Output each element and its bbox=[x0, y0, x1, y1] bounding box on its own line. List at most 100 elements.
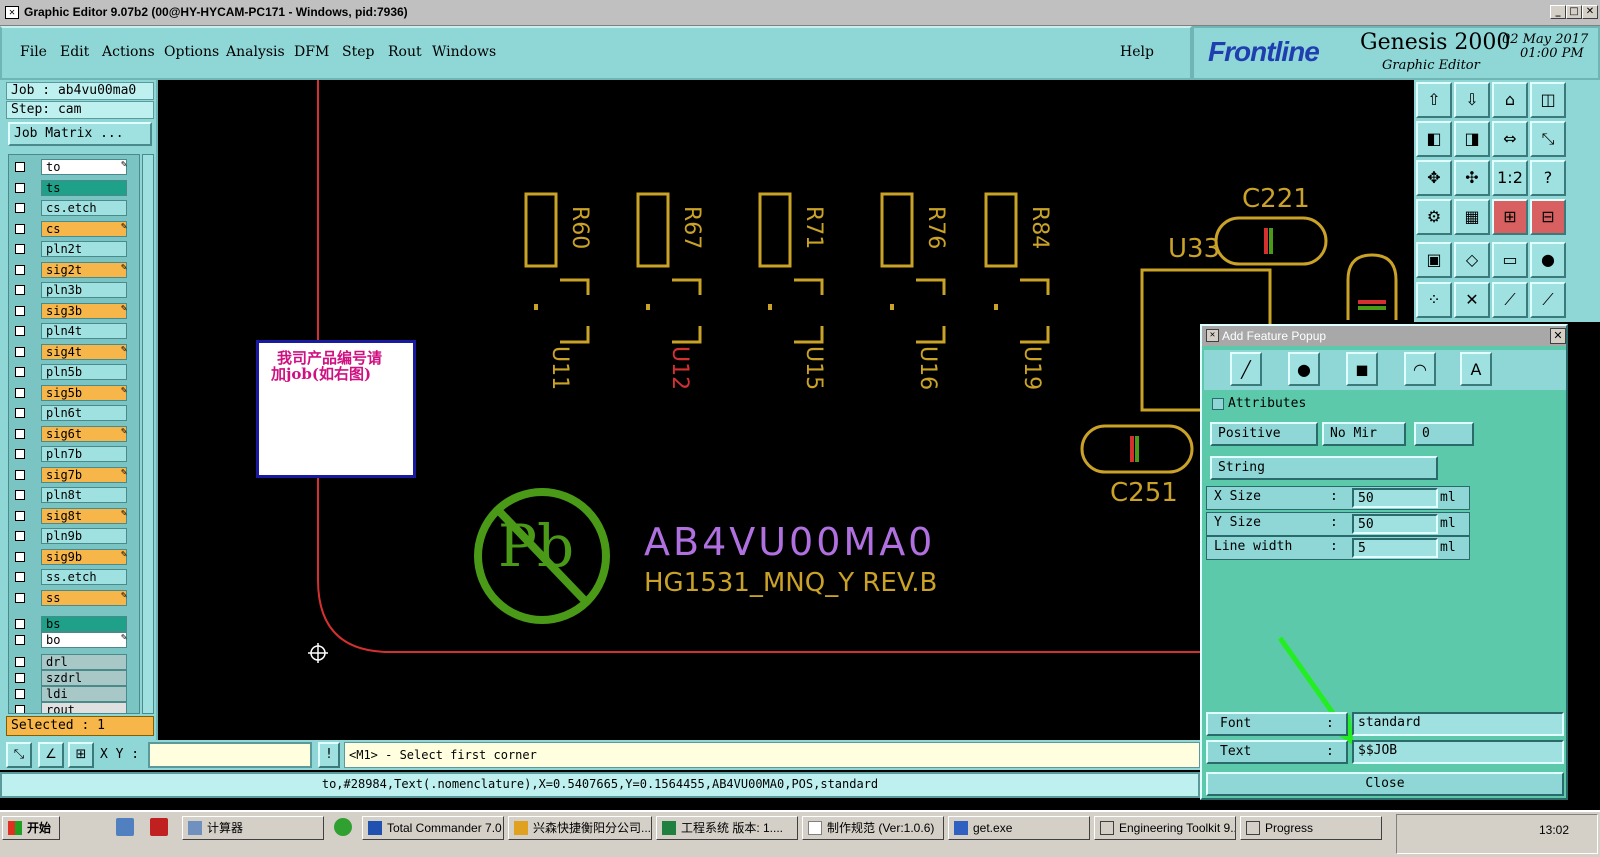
layer-name[interactable]: pln8t bbox=[41, 487, 127, 503]
menu-step[interactable]: Step bbox=[342, 44, 374, 60]
layer-row-ts[interactable]: ts bbox=[11, 179, 137, 196]
layer-name[interactable]: sig5b bbox=[41, 384, 127, 401]
menu-rout[interactable]: Rout bbox=[388, 44, 422, 60]
polarity-select[interactable]: Positive bbox=[1210, 422, 1318, 446]
layer-checkbox[interactable] bbox=[15, 689, 25, 699]
menu-help[interactable]: Help bbox=[1120, 44, 1154, 60]
layer-name[interactable]: to bbox=[41, 159, 127, 175]
layer-name[interactable]: sig9b bbox=[41, 548, 127, 565]
grid-snap-icon[interactable]: ⊞ bbox=[68, 742, 94, 768]
layer-row-sig8t[interactable]: sig8t ✎ bbox=[11, 507, 137, 524]
home-icon[interactable]: ⌂ bbox=[1492, 82, 1528, 118]
cross-icon[interactable]: ✕ bbox=[1454, 282, 1490, 318]
help-icon[interactable]: ? bbox=[1530, 160, 1566, 196]
angle-icon[interactable]: ∠ bbox=[38, 742, 64, 768]
menu-actions[interactable]: Actions bbox=[102, 44, 155, 60]
popup-close-icon[interactable]: ✕ bbox=[1550, 328, 1566, 344]
xy-input[interactable] bbox=[148, 742, 312, 768]
text-input[interactable]: $$JOB bbox=[1352, 740, 1564, 764]
layer-row-ss[interactable]: ss ✎ bbox=[11, 589, 137, 606]
layer-checkbox[interactable] bbox=[15, 264, 25, 275]
pad-icon[interactable]: ▣ bbox=[1416, 242, 1452, 278]
line-feature-icon[interactable]: ╱ bbox=[1230, 352, 1262, 386]
layer-checkbox[interactable] bbox=[15, 705, 25, 713]
menu-options[interactable]: Options bbox=[164, 44, 219, 60]
task-calculator[interactable]: 计算器 bbox=[182, 816, 324, 840]
layer-name[interactable]: ss bbox=[41, 589, 127, 606]
layer-name[interactable]: drl bbox=[41, 654, 127, 670]
part-number-text[interactable]: AB4VU00MA0 bbox=[644, 520, 935, 564]
desktop-icon[interactable] bbox=[116, 818, 134, 836]
layer-name[interactable]: bo bbox=[41, 632, 127, 648]
scale-icon[interactable]: 1:2 bbox=[1492, 160, 1528, 196]
layer-checkbox[interactable] bbox=[15, 673, 25, 683]
text-feature-icon[interactable]: A bbox=[1460, 352, 1492, 386]
layer-checkbox[interactable] bbox=[15, 182, 25, 193]
layer-checkbox[interactable] bbox=[15, 223, 25, 234]
alert-icon[interactable]: ! bbox=[318, 742, 340, 768]
layer-name[interactable]: pln6t bbox=[41, 405, 127, 421]
layer-checkbox[interactable] bbox=[15, 572, 25, 582]
route-tool-icon[interactable]: ⟋ bbox=[1530, 282, 1566, 318]
layer-row-pln3b[interactable]: pln3b bbox=[11, 282, 137, 298]
layer-name[interactable]: sig6t bbox=[41, 425, 127, 442]
line-tool-icon[interactable]: ⟋ bbox=[1492, 282, 1528, 318]
layer-name[interactable]: sig3b bbox=[41, 302, 127, 319]
layer-name[interactable]: sig4t bbox=[41, 343, 127, 360]
layer-checkbox[interactable] bbox=[15, 449, 25, 459]
minimize-button[interactable]: _ bbox=[1550, 5, 1566, 19]
menu-file[interactable]: File bbox=[20, 44, 47, 60]
zoom-extent-icon[interactable]: ✥ bbox=[1416, 160, 1452, 196]
layer-row-to[interactable]: to ✎ bbox=[11, 159, 137, 175]
layer-name[interactable]: pln9b bbox=[41, 528, 127, 544]
layer-name[interactable]: sig8t bbox=[41, 507, 127, 524]
layer-row-sig4t[interactable]: sig4t ✎ bbox=[11, 343, 137, 360]
menu-analysis[interactable]: Analysis bbox=[226, 44, 285, 60]
layer-name[interactable]: sig7b bbox=[41, 466, 127, 483]
task-engineering-toolkit[interactable]: Engineering Toolkit 9.... bbox=[1094, 816, 1236, 840]
layer-checkbox[interactable] bbox=[15, 469, 25, 480]
font-input[interactable]: standard bbox=[1352, 712, 1564, 736]
browser-icon[interactable] bbox=[334, 818, 352, 836]
layer-name[interactable]: cs.etch bbox=[41, 200, 127, 216]
start-button[interactable]: 开始 bbox=[2, 816, 60, 840]
task-get-exe[interactable]: get.exe bbox=[948, 816, 1090, 840]
layer-row-sig3b[interactable]: sig3b ✎ bbox=[11, 302, 137, 319]
layer-row-ldi[interactable]: ldi bbox=[11, 686, 137, 702]
mirror-select[interactable]: No Mir bbox=[1322, 422, 1406, 446]
layer-name[interactable]: cs bbox=[41, 220, 127, 237]
layer-row-sig5b[interactable]: sig5b ✎ bbox=[11, 384, 137, 401]
layer-row-sig6t[interactable]: sig6t ✎ bbox=[11, 425, 137, 442]
layer-checkbox[interactable] bbox=[15, 326, 25, 336]
layer-name[interactable]: ss.etch bbox=[41, 569, 127, 585]
line-width-input[interactable]: 5 bbox=[1352, 538, 1438, 558]
attributes-checkbox[interactable] bbox=[1212, 398, 1224, 410]
shape-icon[interactable]: ◇ bbox=[1454, 242, 1490, 278]
y-size-input[interactable]: 50 bbox=[1352, 514, 1438, 534]
job-matrix-button[interactable]: Job Matrix ... bbox=[8, 122, 152, 146]
layer-checkbox[interactable] bbox=[15, 244, 25, 254]
layer-checkbox[interactable] bbox=[15, 305, 25, 316]
layer-row-ss-etch[interactable]: ss.etch bbox=[11, 569, 137, 585]
layer-row-szdrl[interactable]: szdrl bbox=[11, 670, 137, 686]
x-size-input[interactable]: 50 bbox=[1352, 488, 1438, 508]
layer-name[interactable]: pln2t bbox=[41, 241, 127, 257]
task-progress[interactable]: Progress bbox=[1240, 816, 1382, 840]
measure-icon[interactable]: ⚙ bbox=[1416, 199, 1452, 235]
task-total-commander[interactable]: Total Commander 7.0 ... bbox=[362, 816, 504, 840]
layer-checkbox[interactable] bbox=[15, 203, 25, 213]
menu-windows[interactable]: Windows bbox=[432, 44, 496, 60]
connect-icon[interactable]: ⊟ bbox=[1530, 199, 1566, 235]
task-xingsen[interactable]: 兴森快捷衡阳分公司... bbox=[508, 816, 652, 840]
layer-checkbox[interactable] bbox=[15, 162, 25, 172]
layer-checkbox[interactable] bbox=[15, 635, 25, 645]
layer-name[interactable]: bs bbox=[41, 616, 127, 632]
layer-row-pln4t[interactable]: pln4t bbox=[11, 323, 137, 339]
layer-name[interactable]: pln7b bbox=[41, 446, 127, 462]
surface-feature-icon[interactable]: ◼ bbox=[1346, 352, 1378, 386]
ruler-icon[interactable]: ▭ bbox=[1492, 242, 1528, 278]
layer-list-scrollbar[interactable] bbox=[142, 154, 154, 714]
layer-row-cs[interactable]: cs ✎ bbox=[11, 220, 137, 237]
angle-select[interactable]: 0 bbox=[1414, 422, 1474, 446]
layer-row-sig9b[interactable]: sig9b ✎ bbox=[11, 548, 137, 565]
